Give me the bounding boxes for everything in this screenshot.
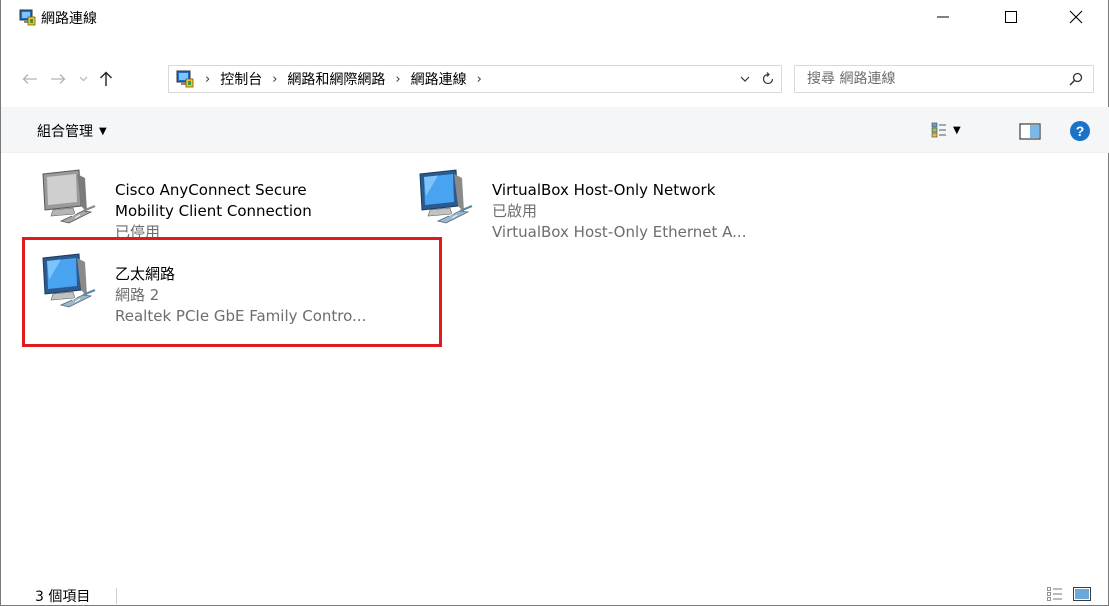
connection-item[interactable]: Cisco AnyConnect Secure Mobility Client … [39,166,399,241]
address-dropdown-button[interactable] [734,66,756,92]
breadcrumb-separator[interactable]: › [272,72,277,87]
connection-device: VirtualBox Host-Only Ethernet A... [492,223,747,241]
organize-label: 組合管理 [37,124,93,140]
breadcrumb-network-connections[interactable]: 網路連線 [411,69,467,89]
connection-status: 網路 2 [115,286,160,304]
breadcrumb-separator[interactable]: › [205,72,210,87]
breadcrumb-separator[interactable]: › [477,72,482,87]
connection-item[interactable]: VirtualBox Host-Only Network 已啟用 Virtual… [416,166,776,241]
network-adapter-icon [419,169,473,224]
search-input[interactable] [795,66,1055,92]
breadcrumb: › 控制台 › 網路和網際網路 › 網路連線 › [199,66,492,92]
connection-text: VirtualBox Host-Only Network 已啟用 Virtual… [492,180,782,243]
item-count: 3 個項目 [35,589,91,605]
connection-text: Cisco AnyConnect Secure Mobility Client … [115,180,405,243]
caret-down-icon: ▼ [953,124,961,136]
preview-pane-icon[interactable] [1019,121,1041,141]
status-divider [116,588,117,604]
up-button[interactable] [91,62,121,96]
breadcrumb-network-internet[interactable]: 網路和網際網路 [287,69,385,89]
connection-name: Mobility Client Connection [115,202,312,220]
maximize-icon [1005,10,1017,23]
search-icon [1069,72,1083,86]
close-button[interactable] [1053,0,1099,33]
caret-down-icon: ▼ [99,125,107,137]
recent-locations-button[interactable] [75,62,91,96]
close-icon [1069,10,1083,23]
details-view-icon[interactable] [1047,587,1063,601]
organize-menu-button[interactable]: 組合管理 ▼ [37,121,107,141]
maximize-button[interactable] [988,0,1034,33]
forward-button[interactable] [45,62,71,96]
large-icons-view-icon[interactable] [1073,587,1091,601]
status-bar: 3 個項目 [1,580,1109,606]
title-bar[interactable]: 網路連線 [1,0,1109,33]
chevron-down-icon [79,76,87,82]
connection-name: 乙太網路 [115,265,176,283]
connection-name: Cisco AnyConnect Secure [115,181,307,199]
command-bar: 組合管理 ▼ ▼ ? [1,107,1109,153]
connection-status: 已啟用 [492,202,538,220]
arrow-right-icon [51,74,66,84]
connections-list: Cisco AnyConnect Secure Mobility Client … [1,154,1109,574]
refresh-button[interactable] [756,66,780,92]
window-title: 網路連線 [41,11,97,27]
connection-item[interactable]: 乙太網路 網路 2 Realtek PCIe GbE Family Contro… [39,250,399,325]
explorer-window: 網路連線 › 控制台 › 網路和網際網路 › 網路連線 › 搜尋 網路連線 組合… [0,0,1109,606]
address-row: › 控制台 › 網路和網際網路 › 網路連線 › [1,62,1109,96]
arrow-up-icon [100,71,112,86]
connection-text: 乙太網路 網路 2 Realtek PCIe GbE Family Contro… [115,264,405,327]
minimize-icon [937,16,949,17]
network-connections-icon [19,9,36,26]
breadcrumb-control-panel[interactable]: 控制台 [220,69,262,89]
svg-text:?: ? [1076,123,1085,139]
network-adapter-icon [42,253,96,308]
help-icon[interactable]: ? [1069,120,1091,142]
refresh-icon [762,72,774,85]
network-connections-icon [176,70,194,88]
address-bar[interactable]: › 控制台 › 網路和網際網路 › 網路連線 › [168,65,782,93]
network-adapter-disabled-icon [42,169,96,224]
back-button[interactable] [17,62,43,96]
connection-name: VirtualBox Host-Only Network [492,181,716,199]
minimize-button[interactable] [920,0,966,33]
arrow-left-icon [22,74,37,84]
search-button[interactable] [1063,66,1089,92]
connection-status: 已停用 [115,223,161,241]
breadcrumb-separator[interactable]: › [395,72,400,87]
view-options-icon [931,122,946,138]
connection-device: Realtek PCIe GbE Family Contro... [115,307,367,325]
chevron-down-icon [740,76,750,82]
change-view-button[interactable]: ▼ [931,119,971,141]
search-box[interactable] [794,65,1094,93]
